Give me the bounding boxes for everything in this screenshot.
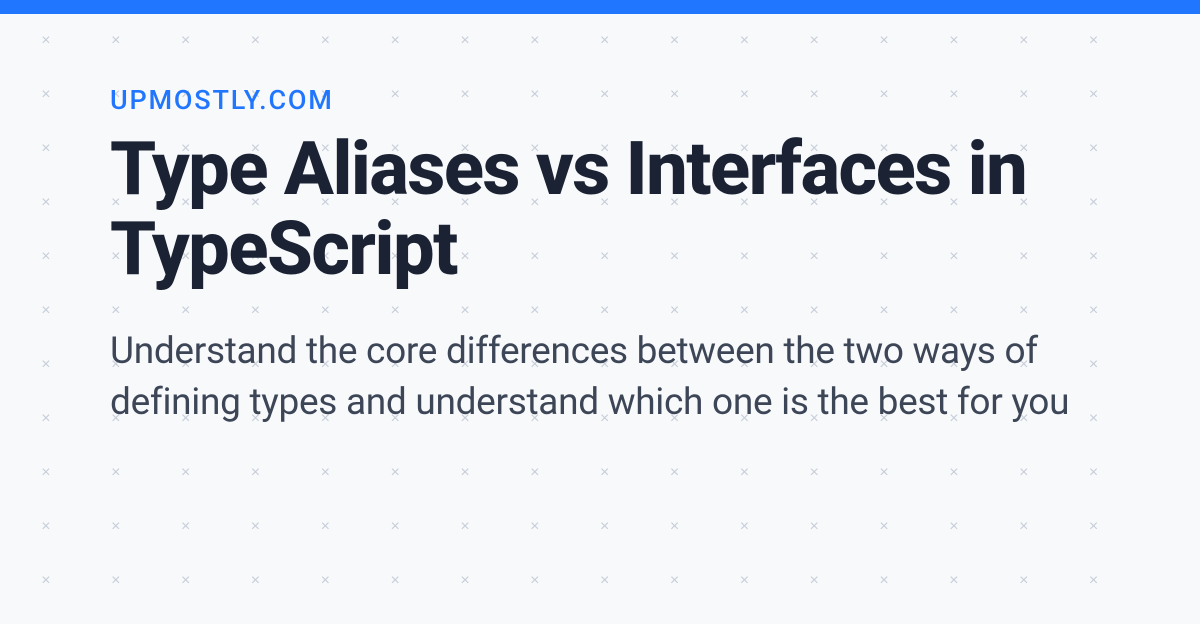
content-container: UPMOSTLY.COM Type Aliases vs Interfaces … xyxy=(0,14,1200,428)
article-title: Type Aliases vs Interfaces in TypeScript xyxy=(110,130,1090,290)
article-description: Understand the core differences between … xyxy=(110,326,1090,428)
site-name: UPMOSTLY.COM xyxy=(110,84,1090,116)
top-accent-bar xyxy=(0,0,1200,14)
